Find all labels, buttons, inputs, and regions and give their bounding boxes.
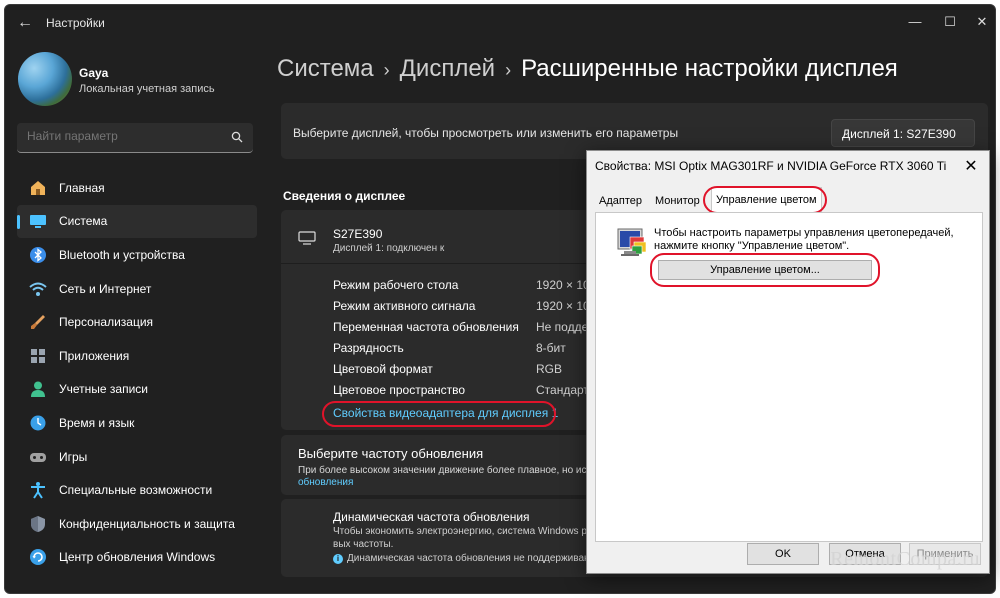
- refresh-rate-description: При более высоком значении движение боле…: [298, 465, 587, 476]
- sidebar-item-label: Приложения: [59, 348, 130, 363]
- info-label: Цветовой формат: [333, 362, 433, 376]
- dynamic-refresh-title: Динамическая частота обновления: [333, 510, 530, 524]
- highlight-circle: [650, 253, 880, 287]
- dynamic-refresh-description: вых частоты.: [333, 539, 394, 550]
- shield-icon: [31, 515, 45, 532]
- highlight-circle: [703, 186, 827, 214]
- watermark: RemontCompa.ru: [830, 548, 980, 570]
- color-management-icon: [617, 228, 647, 256]
- profile-account-type: Локальная учетная запись: [79, 83, 215, 95]
- avatar[interactable]: [18, 52, 72, 106]
- info-label: Режим активного сигнала: [333, 299, 476, 313]
- search-box[interactable]: [17, 123, 253, 153]
- sidebar-item-label: Специальные возможности: [59, 483, 213, 498]
- back-arrow-icon[interactable]: ←: [15, 13, 35, 33]
- user-icon: [31, 381, 45, 398]
- search-input[interactable]: [27, 129, 227, 143]
- adapter-properties-dialog: Свойства: MSI Optix MAG301RF и NVIDIA Ge…: [586, 150, 990, 574]
- maximize-icon[interactable]: ☐: [935, 11, 965, 33]
- sidebar-item-label: Время и язык: [59, 415, 135, 430]
- breadcrumb-separator-icon: ›: [505, 60, 512, 80]
- tab-adapter[interactable]: Адаптер: [595, 189, 646, 213]
- refresh-rate-link[interactable]: обновления: [298, 477, 353, 488]
- bluetooth-icon: [30, 246, 46, 263]
- app-title: Настройки: [46, 16, 105, 30]
- sidebar-item-privacy[interactable]: Конфиденциальность и защита: [17, 507, 257, 541]
- sidebar-item-label: Игры: [59, 449, 88, 464]
- breadcrumb-separator-icon: ›: [383, 60, 390, 80]
- dialog-title: Свойства: MSI Optix MAG301RF и NVIDIA Ge…: [595, 159, 947, 173]
- minimize-icon[interactable]: —: [900, 11, 930, 33]
- dynamic-refresh-info: Динамическая частота обновления не подде…: [347, 553, 592, 564]
- home-icon: [31, 180, 45, 195]
- sidebar-item-label: Учетные записи: [59, 382, 148, 397]
- gamepad-icon: [30, 452, 46, 462]
- sidebar-item-gaming[interactable]: Игры: [17, 440, 257, 474]
- search-icon[interactable]: [231, 131, 243, 143]
- sidebar-item-label: Конфиденциальность и защита: [59, 516, 235, 531]
- info-value: 8-бит: [536, 341, 566, 355]
- info-label: Цветовое пространство: [333, 383, 466, 397]
- monitor-name: S27E390: [333, 227, 383, 241]
- apps-icon: [31, 348, 45, 363]
- sidebar-item-label: Сеть и Интернет: [59, 281, 152, 296]
- breadcrumb-system[interactable]: Система: [277, 55, 374, 82]
- sidebar-item-home[interactable]: Главная: [17, 171, 257, 205]
- accessibility-icon: [31, 482, 45, 499]
- sidebar-item-label: Bluetooth и устройства: [59, 247, 185, 262]
- sidebar-item-windows-update[interactable]: Центр обновления Windows: [17, 541, 257, 575]
- page-title: Расширенные настройки дисплея: [521, 55, 898, 82]
- close-icon[interactable]: ✕: [961, 157, 981, 177]
- brush-icon: [31, 315, 45, 330]
- sidebar-nav: Главная Система Bluetooth и устройства С…: [17, 171, 257, 574]
- section-title: Сведения о дисплее: [283, 189, 406, 203]
- sidebar-item-accessibility[interactable]: Специальные возможности: [17, 473, 257, 507]
- sidebar-item-label: Центр обновления Windows: [59, 550, 216, 565]
- system-icon: [30, 215, 46, 229]
- display-select-label: Выберите дисплей, чтобы просмотреть или …: [293, 126, 679, 140]
- close-icon[interactable]: ✕: [967, 11, 995, 33]
- sidebar-item-label: Главная: [59, 180, 105, 195]
- highlight-circle: [322, 401, 556, 427]
- dynamic-refresh-description: Чтобы экономить электроэнергию, система …: [333, 526, 587, 537]
- info-label: Режим рабочего стола: [333, 278, 459, 292]
- info-icon: i: [333, 554, 343, 564]
- globe-icon: [30, 415, 46, 431]
- profile-name: Gaya: [79, 66, 109, 80]
- sidebar-item-apps[interactable]: Приложения: [17, 339, 257, 373]
- refresh-rate-title: Выберите частоту обновления: [298, 446, 484, 461]
- display-dropdown[interactable]: Дисплей 1: S27E390 ⌄: [831, 119, 975, 147]
- sidebar-item-network[interactable]: Сеть и Интернет: [17, 272, 257, 306]
- sidebar-item-bluetooth[interactable]: Bluetooth и устройства: [17, 238, 257, 272]
- info-label: Переменная частота обновления: [333, 320, 519, 334]
- monitor-icon: [298, 231, 316, 245]
- sidebar-item-accounts[interactable]: Учетные записи: [17, 373, 257, 407]
- sidebar-item-label: Система: [59, 214, 108, 229]
- wifi-icon: [29, 282, 47, 296]
- breadcrumb: Система › Дисплей › Расширенные настройки ди…: [277, 55, 898, 83]
- sidebar-item-label: Персонализация: [59, 315, 154, 330]
- breadcrumb-display[interactable]: Дисплей: [400, 55, 495, 82]
- info-value: RGB: [536, 362, 563, 376]
- update-icon: [30, 549, 46, 566]
- monitor-connection: Дисплей 1: подключен к: [333, 243, 445, 254]
- color-management-description: Чтобы настроить параметры управления цве…: [654, 227, 954, 252]
- info-value: Стандарт: [536, 383, 589, 397]
- info-label: Разрядность: [333, 341, 404, 355]
- sidebar-item-system[interactable]: Система: [17, 204, 257, 239]
- title-bar: ← Настройки — ☐ ✕: [5, 5, 995, 41]
- sidebar-item-time-language[interactable]: Время и язык: [17, 406, 257, 440]
- tab-monitor[interactable]: Монитор: [651, 189, 704, 213]
- sidebar-item-personalization[interactable]: Персонализация: [17, 305, 257, 339]
- color-management-panel: Чтобы настроить параметры управления цве…: [595, 212, 983, 542]
- ok-button[interactable]: OK: [747, 543, 819, 565]
- chevron-down-icon: ⌄: [842, 127, 851, 138]
